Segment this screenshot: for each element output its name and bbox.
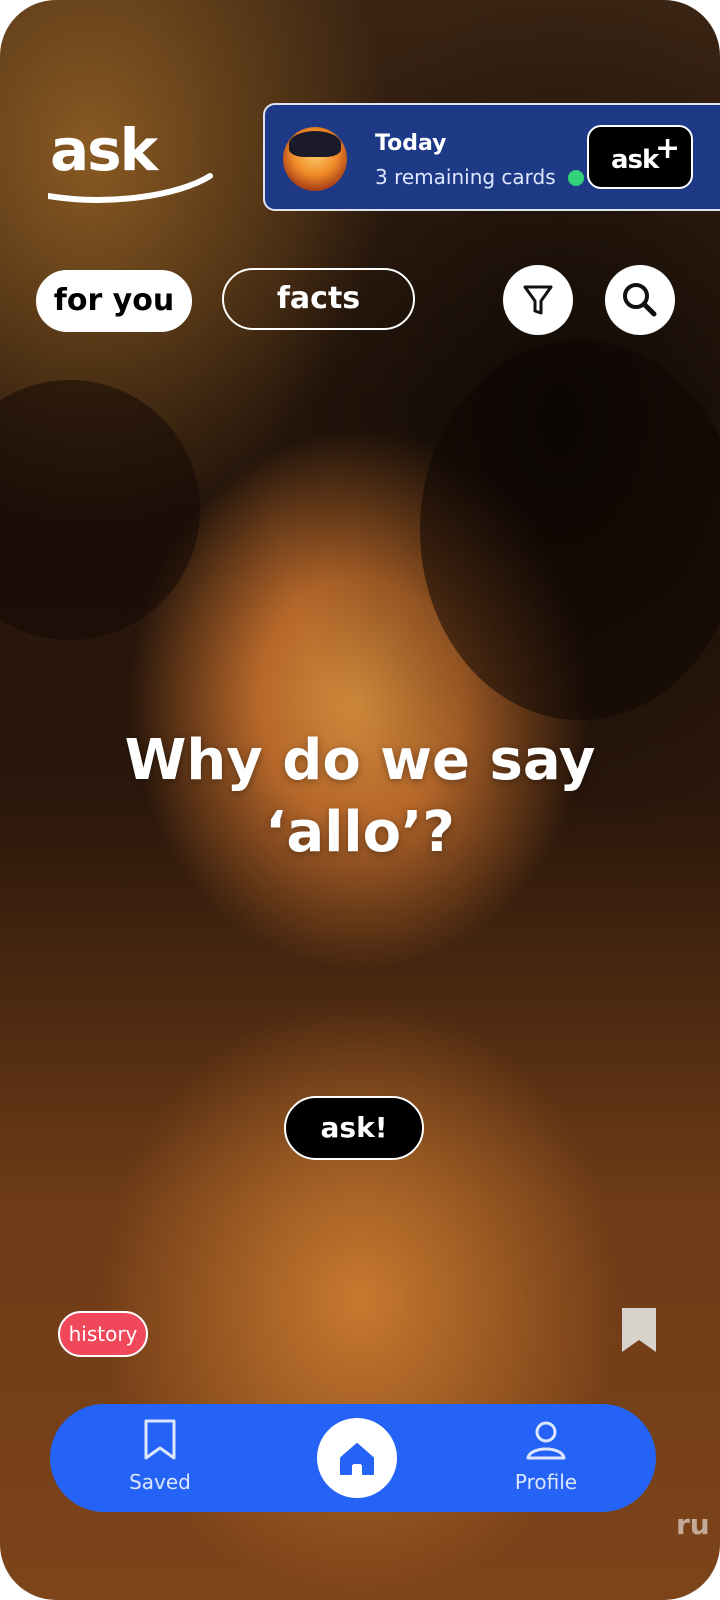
filter-button[interactable] [503,265,573,335]
bookmark-icon [144,1419,176,1460]
artist-watermark: ru [676,1508,710,1541]
tab-for-you[interactable]: for you [36,270,192,332]
bottom-nav: Saved Profile [50,1404,656,1512]
avatar-hair [289,131,341,157]
remaining-cards-text: 3 remaining cards [375,165,556,189]
search-button[interactable] [605,265,675,335]
category-tag[interactable]: history [58,1311,148,1357]
bookmark-icon[interactable] [620,1306,658,1354]
daily-cards-banner[interactable]: Today 3 remaining cards ask + [263,103,720,211]
tab-facts[interactable]: facts [222,268,415,330]
plus-icon: + [655,131,681,166]
filter-icon [523,285,553,315]
app-screen: ask Today 3 remaining cards ask + for yo… [0,0,720,1600]
user-icon [526,1421,566,1460]
nav-profile[interactable]: Profile [486,1418,606,1494]
nav-profile-label: Profile [514,1470,578,1494]
home-icon [340,1443,374,1475]
status-dot-icon [567,170,584,186]
banner-title: Today [375,131,447,156]
avatar[interactable] [283,127,347,191]
ask-button[interactable]: ask! [284,1096,424,1160]
app-logo: ask [48,118,218,208]
ask-plus-label: ask [611,145,659,175]
nav-home[interactable] [317,1418,397,1498]
card-question: Why do we say ‘allo’? [124,728,596,865]
nav-saved[interactable]: Saved [100,1418,220,1494]
nav-saved-label: Saved [129,1470,191,1494]
ask-plus-button[interactable]: ask + [587,125,693,189]
logo-swoosh-icon [48,173,213,203]
banner-subtitle: 3 remaining cards [375,165,584,189]
search-icon [623,283,657,317]
